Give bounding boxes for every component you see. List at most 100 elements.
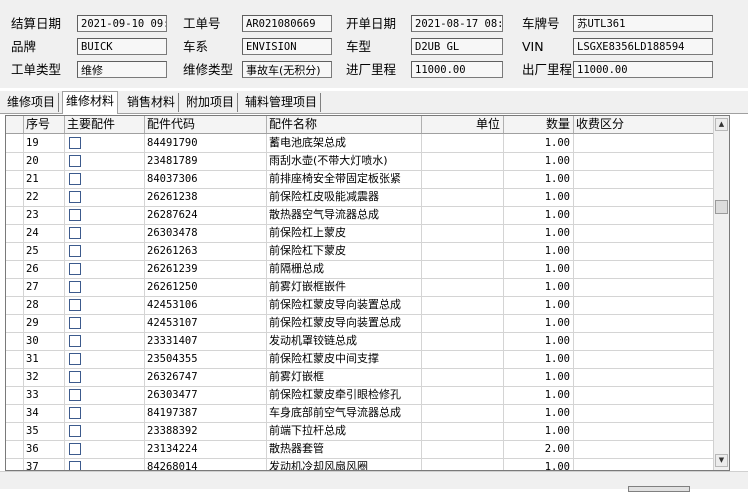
- row-number-cell[interactable]: 22: [24, 188, 65, 206]
- scroll-thumb[interactable]: [715, 200, 728, 214]
- quantity-cell[interactable]: 2.00: [504, 440, 574, 458]
- part-code-cell[interactable]: 26261263: [145, 242, 267, 260]
- unit-cell[interactable]: [422, 206, 504, 224]
- row-number-cell[interactable]: 29: [24, 314, 65, 332]
- tab-auxiliary-items[interactable]: 辅料管理项目: [242, 93, 322, 112]
- row-indicator[interactable]: [6, 332, 24, 350]
- fee-type-cell[interactable]: [574, 332, 714, 350]
- quantity-cell[interactable]: 1.00: [504, 278, 574, 296]
- vertical-scrollbar[interactable]: ▲ ▼: [713, 116, 729, 470]
- quantity-cell[interactable]: 1.00: [504, 134, 574, 152]
- fee-type-cell[interactable]: [574, 386, 714, 404]
- col-header-fee-type[interactable]: 收费区分: [574, 116, 714, 133]
- row-number-cell[interactable]: 30: [24, 332, 65, 350]
- fee-type-cell[interactable]: [574, 278, 714, 296]
- row-number-cell[interactable]: 37: [24, 458, 65, 470]
- plate-field[interactable]: 苏UTL361: [573, 15, 713, 32]
- part-code-cell[interactable]: 23388392: [145, 422, 267, 440]
- series-field[interactable]: ENVISION: [242, 38, 332, 55]
- fee-type-cell[interactable]: [574, 404, 714, 422]
- table-row[interactable]: 28 42453106 前保险杠蒙皮导向装置总成 1.00: [6, 296, 714, 315]
- part-name-cell[interactable]: 前保险杠上蒙皮: [267, 224, 422, 242]
- row-indicator[interactable]: [6, 206, 24, 224]
- fee-type-cell[interactable]: [574, 188, 714, 206]
- part-name-cell[interactable]: 前隔栅总成: [267, 260, 422, 278]
- main-part-checkbox[interactable]: [69, 461, 81, 470]
- unit-cell[interactable]: [422, 242, 504, 260]
- table-row[interactable]: 29 42453107 前保险杠蒙皮导向装置总成 1.00: [6, 314, 714, 333]
- main-part-checkbox[interactable]: [69, 443, 81, 455]
- main-part-checkbox[interactable]: [69, 191, 81, 203]
- row-number-cell[interactable]: 23: [24, 206, 65, 224]
- part-code-cell[interactable]: 84268014: [145, 458, 267, 470]
- quantity-cell[interactable]: 1.00: [504, 188, 574, 206]
- quantity-cell[interactable]: 1.00: [504, 242, 574, 260]
- table-row[interactable]: 23 26287624 散热器空气导流器总成 1.00: [6, 206, 714, 225]
- unit-cell[interactable]: [422, 458, 504, 470]
- fee-type-cell[interactable]: [574, 206, 714, 224]
- unit-cell[interactable]: [422, 314, 504, 332]
- unit-cell[interactable]: [422, 296, 504, 314]
- table-row[interactable]: 19 84491790 蓄电池底架总成 1.00: [6, 134, 714, 153]
- table-row[interactable]: 21 84037306 前排座椅安全带固定板张紧 1.00: [6, 170, 714, 189]
- part-name-cell[interactable]: 散热器空气导流器总成: [267, 206, 422, 224]
- part-name-cell[interactable]: 发动机冷却风扇风圈: [267, 458, 422, 470]
- fee-type-cell[interactable]: [574, 314, 714, 332]
- quantity-cell[interactable]: 1.00: [504, 404, 574, 422]
- quantity-cell[interactable]: 1.00: [504, 386, 574, 404]
- part-code-cell[interactable]: 26303477: [145, 386, 267, 404]
- table-row[interactable]: 32 26326747 前雾灯嵌框 1.00: [6, 368, 714, 387]
- part-name-cell[interactable]: 前保险杠蒙皮牵引眼检修孔: [267, 386, 422, 404]
- row-number-cell[interactable]: 25: [24, 242, 65, 260]
- main-part-checkbox[interactable]: [69, 137, 81, 149]
- table-row[interactable]: 27 26261250 前雾灯嵌框嵌件 1.00: [6, 278, 714, 297]
- part-name-cell[interactable]: 前保险杠皮吸能减震器: [267, 188, 422, 206]
- row-number-cell[interactable]: 35: [24, 422, 65, 440]
- fee-type-cell[interactable]: [574, 422, 714, 440]
- table-row[interactable]: 30 23331407 发动机罩铰链总成 1.00: [6, 332, 714, 351]
- table-row[interactable]: 20 23481789 雨刮水壶(不带大灯喷水) 1.00: [6, 152, 714, 171]
- unit-cell[interactable]: [422, 170, 504, 188]
- row-number-cell[interactable]: 32: [24, 368, 65, 386]
- main-part-checkbox[interactable]: [69, 263, 81, 275]
- row-number-cell[interactable]: 28: [24, 296, 65, 314]
- main-part-checkbox[interactable]: [69, 389, 81, 401]
- fee-type-cell[interactable]: [574, 170, 714, 188]
- main-part-checkbox[interactable]: [69, 173, 81, 185]
- part-code-cell[interactable]: 23331407: [145, 332, 267, 350]
- brand-field[interactable]: BUICK: [77, 38, 167, 55]
- main-part-checkbox[interactable]: [69, 227, 81, 239]
- quantity-cell[interactable]: 1.00: [504, 422, 574, 440]
- fee-type-cell[interactable]: [574, 368, 714, 386]
- part-name-cell[interactable]: 前端下拉杆总成: [267, 422, 422, 440]
- row-indicator[interactable]: [6, 260, 24, 278]
- part-name-cell[interactable]: 前保险杠蒙皮导向装置总成: [267, 296, 422, 314]
- col-header-unit[interactable]: 单位: [422, 116, 504, 133]
- main-part-checkbox[interactable]: [69, 299, 81, 311]
- table-row[interactable]: 34 84197387 车身底部前空气导流器总成 1.00: [6, 404, 714, 423]
- part-code-cell[interactable]: 84491790: [145, 134, 267, 152]
- main-part-checkbox[interactable]: [69, 281, 81, 293]
- fee-type-cell[interactable]: [574, 458, 714, 470]
- part-name-cell[interactable]: 散热器套管: [267, 440, 422, 458]
- unit-cell[interactable]: [422, 386, 504, 404]
- unit-cell[interactable]: [422, 440, 504, 458]
- part-name-cell[interactable]: 车身底部前空气导流器总成: [267, 404, 422, 422]
- tab-repair-items[interactable]: 维修项目: [4, 93, 60, 112]
- open-date-field[interactable]: 2021-08-17 08:: [411, 15, 503, 32]
- unit-cell[interactable]: [422, 368, 504, 386]
- work-order-field[interactable]: AR021080669: [242, 15, 332, 32]
- scroll-down-arrow-icon[interactable]: ▼: [715, 454, 728, 467]
- part-name-cell[interactable]: 前雾灯嵌框: [267, 368, 422, 386]
- table-row[interactable]: 22 26261238 前保险杠皮吸能减震器 1.00: [6, 188, 714, 207]
- col-header-part-code[interactable]: 配件代码: [145, 116, 267, 133]
- quantity-cell[interactable]: 1.00: [504, 170, 574, 188]
- fee-type-cell[interactable]: [574, 134, 714, 152]
- unit-cell[interactable]: [422, 188, 504, 206]
- quantity-cell[interactable]: 1.00: [504, 260, 574, 278]
- unit-cell[interactable]: [422, 422, 504, 440]
- main-part-checkbox[interactable]: [69, 245, 81, 257]
- row-number-cell[interactable]: 24: [24, 224, 65, 242]
- tab-additional-items[interactable]: 附加项目: [183, 93, 239, 112]
- part-name-cell[interactable]: 前保险杠蒙皮导向装置总成: [267, 314, 422, 332]
